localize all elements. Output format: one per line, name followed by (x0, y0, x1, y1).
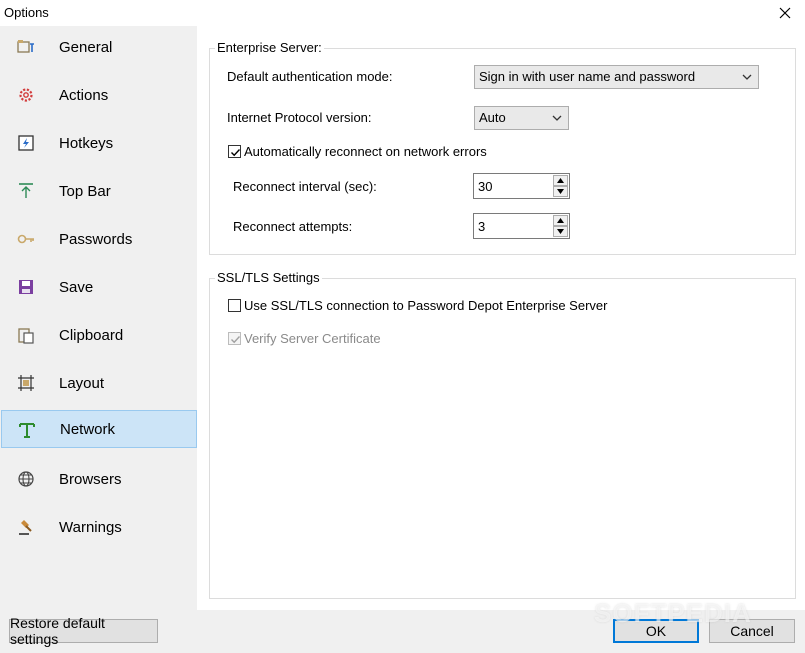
sidebar-item-actions[interactable]: Actions (1, 76, 197, 114)
sidebar-item-general[interactable]: General (1, 28, 197, 66)
close-button[interactable] (765, 0, 805, 26)
sidebar-item-warnings[interactable]: Warnings (1, 508, 197, 546)
use-ssl-label[interactable]: Use SSL/TLS connection to Password Depot… (244, 298, 607, 313)
settings-panel: Enterprise Server: Default authenticatio… (197, 26, 805, 610)
close-icon (779, 7, 791, 19)
reconnect-attempts-spinner[interactable] (473, 213, 570, 239)
spin-down-button[interactable] (553, 186, 568, 197)
sidebar-item-label: Browsers (59, 470, 122, 488)
use-ssl-checkbox[interactable] (228, 299, 241, 312)
auto-reconnect-checkbox[interactable] (228, 145, 241, 158)
clipboard-icon (16, 326, 36, 344)
verify-certificate-checkbox[interactable] (228, 332, 241, 345)
layout-icon (16, 374, 36, 392)
sidebar-item-label: Top Bar (59, 182, 111, 200)
auto-reconnect-label[interactable]: Automatically reconnect on network error… (244, 144, 487, 159)
gavel-icon (16, 518, 36, 536)
globe-icon (16, 470, 36, 488)
spin-up-button[interactable] (553, 175, 568, 186)
reconnect-interval-input[interactable] (476, 177, 546, 195)
top-bar-icon (16, 182, 36, 200)
floppy-disk-icon (16, 278, 36, 296)
spin-down-button[interactable] (553, 226, 568, 237)
watermark: SOFTPEDIA (594, 598, 752, 628)
key-icon (16, 230, 36, 248)
ssl-tls-title: SSL/TLS Settings (215, 270, 322, 285)
reconnect-attempts-label: Reconnect attempts: (233, 219, 353, 234)
sidebar-item-label: Network (60, 420, 116, 438)
ssl-tls-group: SSL/TLS Settings Use SSL/TLS connection … (209, 270, 796, 599)
chevron-down-icon (742, 74, 752, 80)
restore-defaults-button[interactable]: Restore default settings (9, 615, 158, 647)
reconnect-attempts-input[interactable] (476, 217, 546, 235)
verify-certificate-label[interactable]: Verify Server Certificate (244, 331, 381, 346)
reconnect-interval-label: Reconnect interval (sec): (233, 179, 377, 194)
ip-version-select[interactable]: Auto (474, 106, 569, 130)
arrow-up-icon (557, 218, 564, 223)
sidebar-item-top-bar[interactable]: Top Bar (1, 172, 197, 210)
ip-version-label: Internet Protocol version: (227, 110, 372, 125)
gear-icon (16, 86, 36, 104)
chevron-down-icon (552, 115, 562, 121)
sidebar-item-clipboard[interactable]: Clipboard (1, 316, 197, 354)
arrow-up-icon (557, 178, 564, 183)
enterprise-server-title: Enterprise Server: (215, 40, 324, 55)
sidebar-item-save[interactable]: Save (1, 268, 197, 306)
general-icon (16, 38, 36, 56)
sidebar-item-label: Save (59, 278, 94, 296)
sidebar-item-label: Actions (59, 86, 109, 104)
sidebar-item-label: General (59, 38, 113, 56)
auth-mode-label: Default authentication mode: (227, 69, 393, 84)
sidebar-item-browsers[interactable]: Browsers (1, 460, 197, 498)
sidebar-item-layout[interactable]: Layout (1, 364, 197, 402)
sidebar-item-hotkeys[interactable]: Hotkeys (1, 124, 197, 162)
sidebar-item-label: Passwords (59, 230, 133, 248)
title-bar: Options (0, 0, 805, 26)
reconnect-interval-spinner[interactable] (473, 173, 570, 199)
auth-mode-value: Sign in with user name and password (479, 69, 696, 84)
network-icon (17, 421, 37, 439)
sidebar-item-label: Clipboard (59, 326, 124, 344)
sidebar: General Actions Hotkeys Top Bar Password… (0, 26, 197, 610)
spin-up-button[interactable] (553, 215, 568, 226)
auth-mode-select[interactable]: Sign in with user name and password (474, 65, 759, 89)
sidebar-item-passwords[interactable]: Passwords (1, 220, 197, 258)
window-title: Options (4, 5, 49, 20)
ip-version-value: Auto (479, 110, 506, 125)
sidebar-item-label: Layout (59, 374, 105, 392)
sidebar-item-network[interactable]: Network (1, 410, 197, 448)
enterprise-server-group: Enterprise Server: Default authenticatio… (209, 40, 796, 255)
checkmark-icon (231, 149, 241, 157)
sidebar-item-label: Hotkeys (59, 134, 114, 152)
arrow-down-icon (557, 189, 564, 194)
arrow-down-icon (557, 229, 564, 234)
hotkey-icon (16, 134, 36, 152)
checkmark-icon (231, 336, 241, 344)
sidebar-item-label: Warnings (59, 518, 122, 536)
